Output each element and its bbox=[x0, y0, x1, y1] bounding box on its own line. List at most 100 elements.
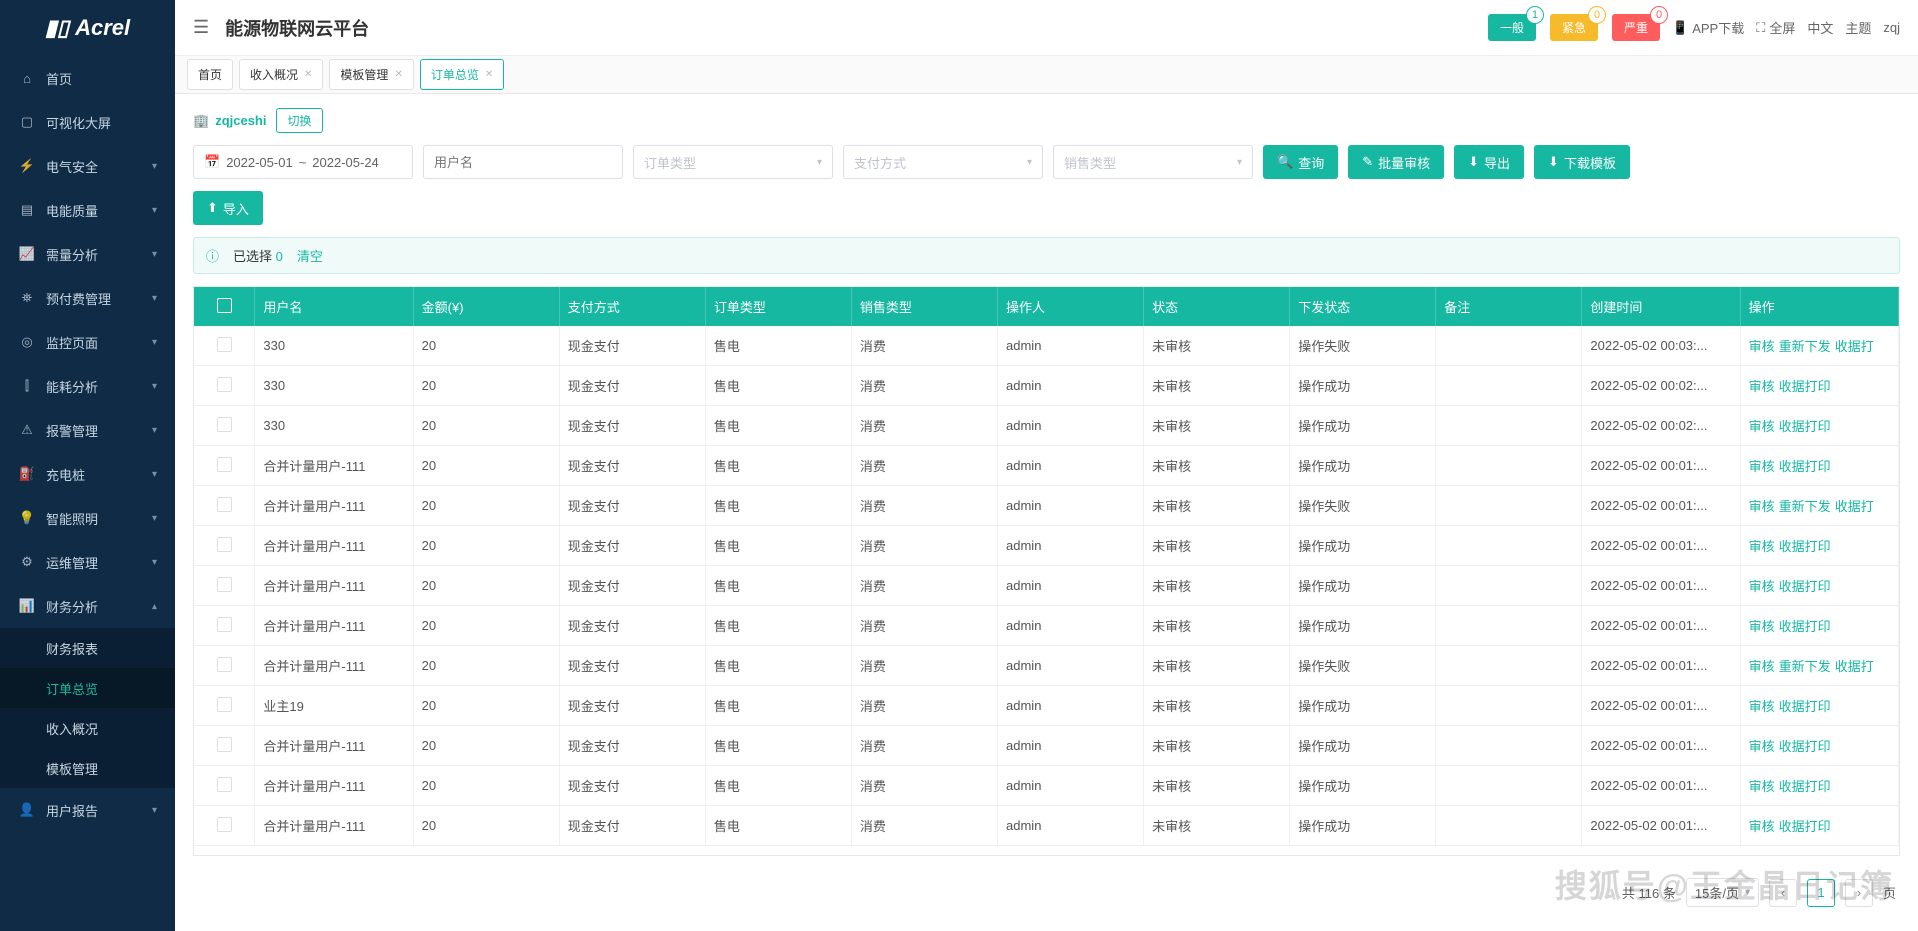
sidebar-subitem-模板管理[interactable]: 模板管理 bbox=[0, 748, 175, 788]
row-checkbox[interactable] bbox=[217, 537, 232, 552]
sidebar-item-预付费管理[interactable]: ⛯预付费管理▾ bbox=[0, 276, 175, 320]
row-checkbox[interactable] bbox=[217, 737, 232, 752]
sidebar-subitem-收入概况[interactable]: 收入概况 bbox=[0, 708, 175, 748]
action-link[interactable]: 审核 bbox=[1749, 619, 1775, 634]
action-link[interactable]: 审核 bbox=[1749, 739, 1775, 754]
action-link[interactable]: 重新下发 bbox=[1779, 499, 1831, 514]
action-link[interactable]: 重新下发 bbox=[1779, 659, 1831, 674]
row-checkbox[interactable] bbox=[217, 777, 232, 792]
cell bbox=[1436, 406, 1582, 446]
row-checkbox[interactable] bbox=[217, 377, 232, 392]
row-checkbox[interactable] bbox=[217, 697, 232, 712]
action-link[interactable]: 收据打印 bbox=[1779, 539, 1831, 554]
select-all-checkbox[interactable] bbox=[217, 298, 232, 313]
row-checkbox[interactable] bbox=[217, 657, 232, 672]
sidebar-subitem-订单总览[interactable]: 订单总览 bbox=[0, 668, 175, 708]
action-link[interactable]: 审核 bbox=[1749, 459, 1775, 474]
action-link[interactable]: 收据打印 bbox=[1779, 619, 1831, 634]
alarm-badge-一般[interactable]: 一般1 bbox=[1488, 14, 1536, 41]
action-link[interactable]: 审核 bbox=[1749, 659, 1775, 674]
tab-label: 模板管理 bbox=[340, 66, 388, 83]
close-icon[interactable]: ✕ bbox=[485, 69, 493, 80]
row-checkbox[interactable] bbox=[217, 337, 232, 352]
action-link[interactable]: 审核 bbox=[1749, 819, 1775, 834]
sidebar-item-用户报告[interactable]: 👤用户报告▾ bbox=[0, 788, 175, 832]
action-link[interactable]: 审核 bbox=[1749, 419, 1775, 434]
project-name: 🏢 zqjceshi bbox=[193, 113, 266, 129]
sidebar-item-报警管理[interactable]: ⚠报警管理▾ bbox=[0, 408, 175, 452]
action-link[interactable]: 收据打 bbox=[1835, 339, 1874, 354]
switch-project-button[interactable]: 切换 bbox=[276, 108, 322, 133]
sidebar-item-需量分析[interactable]: 📈需量分析▾ bbox=[0, 232, 175, 276]
row-checkbox[interactable] bbox=[217, 577, 232, 592]
tab-模板管理[interactable]: 模板管理 ✕ bbox=[329, 59, 413, 90]
menu-icon: 📊 bbox=[18, 598, 36, 614]
action-link[interactable]: 收据打 bbox=[1835, 659, 1874, 674]
row-checkbox[interactable] bbox=[217, 457, 232, 472]
row-checkbox[interactable] bbox=[217, 417, 232, 432]
close-icon[interactable]: ✕ bbox=[304, 69, 312, 80]
download-template-button[interactable]: ⬇下载模板 bbox=[1534, 145, 1630, 179]
action-link[interactable]: 收据打印 bbox=[1779, 819, 1831, 834]
tab-收入概况[interactable]: 收入概况✕ bbox=[239, 59, 323, 90]
user-link[interactable]: zqj bbox=[1883, 20, 1900, 35]
pay-method-select[interactable]: 支付方式 ▾ bbox=[843, 145, 1043, 179]
sidebar-item-可视化大屏[interactable]: ▢可视化大屏 bbox=[0, 100, 175, 144]
sidebar-item-能耗分析[interactable]: ⫿能耗分析▾ bbox=[0, 364, 175, 408]
action-link[interactable]: 收据打印 bbox=[1779, 419, 1831, 434]
sidebar-item-首页[interactable]: ⌂首页 bbox=[0, 56, 175, 100]
sidebar-item-电气安全[interactable]: ⚡电气安全▾ bbox=[0, 144, 175, 188]
action-link[interactable]: 重新下发 bbox=[1779, 339, 1831, 354]
sidebar-item-智能照明[interactable]: 💡智能照明▾ bbox=[0, 496, 175, 540]
action-link[interactable]: 收据打 bbox=[1835, 499, 1874, 514]
export-button[interactable]: ⬇导出 bbox=[1454, 145, 1524, 179]
sidebar-item-运维管理[interactable]: ⚙运维管理▾ bbox=[0, 540, 175, 584]
sidebar-subitem-财务报表[interactable]: 财务报表 bbox=[0, 628, 175, 668]
action-link[interactable]: 收据打印 bbox=[1779, 779, 1831, 794]
date-range-input[interactable]: 📅 2022-05-01 ~ 2022-05-24 bbox=[193, 145, 413, 179]
column-header: 用户名 bbox=[255, 287, 413, 326]
action-link[interactable]: 审核 bbox=[1749, 539, 1775, 554]
sidebar-item-监控页面[interactable]: ◎监控页面▾ bbox=[0, 320, 175, 364]
sale-type-select[interactable]: 销售类型 ▾ bbox=[1053, 145, 1253, 179]
action-link[interactable]: 收据打印 bbox=[1779, 699, 1831, 714]
theme-link[interactable]: 主题 bbox=[1845, 18, 1871, 37]
lang-link[interactable]: 中文 bbox=[1807, 18, 1833, 37]
collapse-sidebar-icon[interactable]: ☰ bbox=[193, 17, 209, 38]
sidebar-item-财务分析[interactable]: 📊财务分析▾ bbox=[0, 584, 175, 628]
fullscreen-link[interactable]: ⛶全屏 bbox=[1756, 18, 1795, 37]
menu-label: 可视化大屏 bbox=[46, 113, 111, 132]
tab-订单总览[interactable]: 订单总览✕ bbox=[420, 59, 504, 90]
alarm-badge-紧急[interactable]: 紧急0 bbox=[1550, 14, 1598, 41]
tab-首页[interactable]: 首页 bbox=[187, 59, 233, 90]
clear-selection-link[interactable]: 清空 bbox=[297, 246, 323, 265]
next-page-button[interactable]: › bbox=[1845, 879, 1873, 907]
action-link[interactable]: 收据打印 bbox=[1779, 739, 1831, 754]
batch-audit-button[interactable]: ✎批量审核 bbox=[1348, 145, 1444, 179]
action-link[interactable]: 收据打印 bbox=[1779, 379, 1831, 394]
page-size-select[interactable]: 15条/页 ▾ bbox=[1686, 878, 1759, 907]
sidebar-item-电能质量[interactable]: ▤电能质量▾ bbox=[0, 188, 175, 232]
app-download-link[interactable]: 📱APP下载 bbox=[1672, 18, 1744, 37]
row-checkbox[interactable] bbox=[217, 817, 232, 832]
cell: 330 bbox=[255, 366, 413, 406]
action-link[interactable]: 审核 bbox=[1749, 379, 1775, 394]
action-link[interactable]: 收据打印 bbox=[1779, 459, 1831, 474]
alarm-badge-严重[interactable]: 严重0 bbox=[1612, 14, 1660, 41]
row-checkbox[interactable] bbox=[217, 617, 232, 632]
current-page[interactable]: 1 bbox=[1807, 879, 1835, 907]
search-button[interactable]: 🔍查询 bbox=[1263, 145, 1338, 179]
action-link[interactable]: 审核 bbox=[1749, 339, 1775, 354]
order-type-select[interactable]: 订单类型 ▾ bbox=[633, 145, 833, 179]
username-input[interactable] bbox=[423, 145, 623, 179]
prev-page-button[interactable]: ‹ bbox=[1769, 879, 1797, 907]
sidebar-item-充电桩[interactable]: ⛽充电桩▾ bbox=[0, 452, 175, 496]
action-link[interactable]: 收据打印 bbox=[1779, 579, 1831, 594]
close-icon[interactable]: ✕ bbox=[394, 69, 402, 80]
action-link[interactable]: 审核 bbox=[1749, 579, 1775, 594]
row-checkbox[interactable] bbox=[217, 497, 232, 512]
action-link[interactable]: 审核 bbox=[1749, 699, 1775, 714]
action-link[interactable]: 审核 bbox=[1749, 499, 1775, 514]
action-link[interactable]: 审核 bbox=[1749, 779, 1775, 794]
import-button[interactable]: ⬆导入 bbox=[193, 191, 263, 225]
